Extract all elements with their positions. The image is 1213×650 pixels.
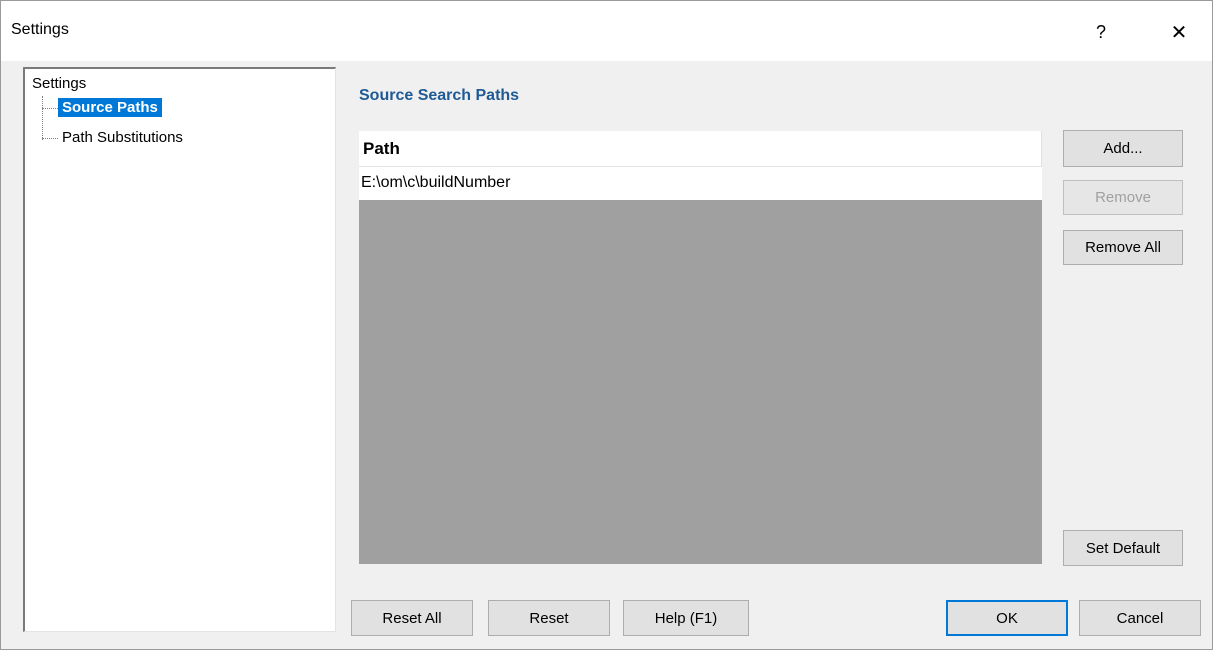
column-header-path[interactable]: Path [363,139,400,159]
settings-dialog: Settings ? ✕ Settings Source Paths Path … [0,0,1213,650]
title-bar: Settings ? ✕ [1,1,1212,61]
tree-connector-horizontal [42,108,58,109]
column-divider[interactable] [1041,131,1042,167]
help-button[interactable]: Help (F1) [623,600,749,636]
list-item[interactable]: E:\om\c\buildNumber [359,167,1042,200]
reset-button[interactable]: Reset [488,600,610,636]
ok-button[interactable]: OK [946,600,1068,636]
cancel-button[interactable]: Cancel [1079,600,1201,636]
add-button[interactable]: Add... [1063,130,1183,167]
set-default-button[interactable]: Set Default [1063,530,1183,566]
remove-button[interactable]: Remove [1063,180,1183,215]
help-icon[interactable]: ? [1081,12,1121,52]
window-title: Settings [11,21,69,38]
tree-root-settings[interactable]: Settings [32,75,86,92]
reset-all-button[interactable]: Reset All [351,600,473,636]
tree-connector-vertical [42,96,43,140]
settings-tree[interactable]: Settings Source Paths Path Substitutions [23,67,336,632]
tree-connector-horizontal [42,138,58,139]
source-paths-list[interactable]: Path E:\om\c\buildNumber [359,131,1042,564]
list-header: Path [359,131,1042,167]
tree-item-source-paths[interactable]: Source Paths [58,98,162,117]
tree-item-path-substitutions[interactable]: Path Substitutions [58,128,187,147]
section-title: Source Search Paths [359,87,520,104]
remove-all-button[interactable]: Remove All [1063,230,1183,265]
close-icon[interactable]: ✕ [1159,12,1199,52]
